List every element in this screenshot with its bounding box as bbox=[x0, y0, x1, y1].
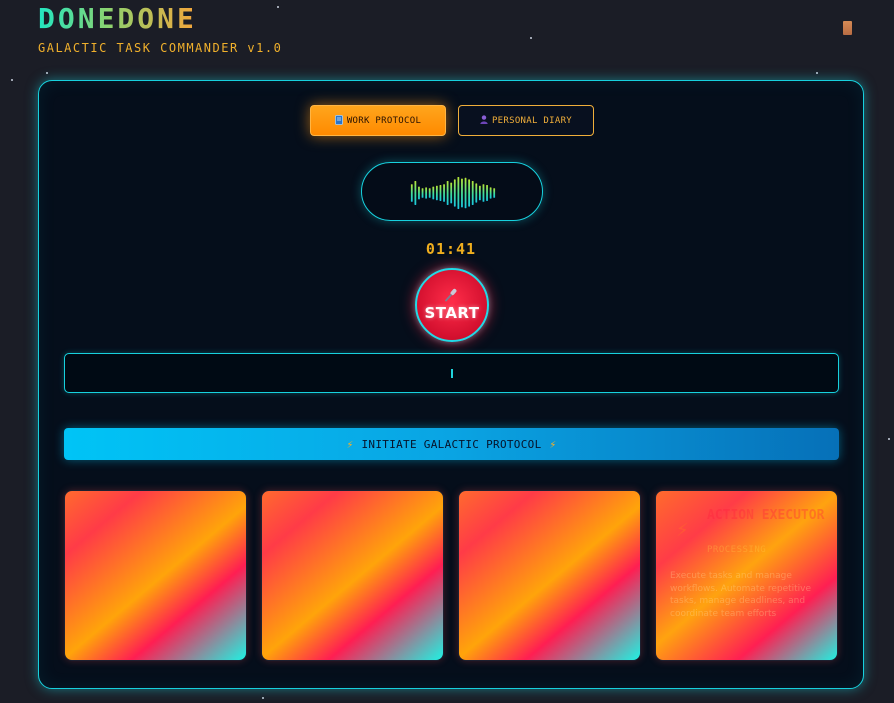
waveform-bar bbox=[489, 187, 492, 199]
waveform-bar bbox=[471, 181, 474, 205]
initiate-protocol-button[interactable]: ⚡ INITIATE GALACTIC PROTOCOL ⚡ bbox=[64, 428, 839, 460]
app-subtitle: GALACTIC TASK COMMANDER v1.0 bbox=[38, 41, 283, 55]
microphone-icon bbox=[445, 288, 457, 302]
notebook-icon bbox=[334, 114, 343, 127]
recording-timer: 01:41 bbox=[425, 240, 477, 258]
waveform-bar bbox=[435, 185, 438, 201]
action-executor-card[interactable]: ⚡ ACTION EXECUTOR PROCESSING Execute tas… bbox=[655, 490, 838, 661]
star bbox=[888, 438, 890, 440]
waveform-bar bbox=[428, 188, 431, 198]
app-title: DONEDONE bbox=[38, 2, 197, 35]
waveform-bar bbox=[443, 184, 445, 202]
waveform-bar bbox=[475, 183, 478, 203]
waveform-bar bbox=[450, 182, 453, 204]
waveform-bar bbox=[464, 177, 467, 209]
waveform-bar bbox=[461, 178, 463, 208]
waveform-bar bbox=[421, 188, 424, 198]
waveform-bar bbox=[439, 185, 442, 201]
lightning-icon: ⚡ bbox=[549, 437, 557, 451]
waveform-bar bbox=[446, 181, 449, 205]
waveform-bar bbox=[418, 186, 420, 200]
start-recording-button[interactable]: START bbox=[415, 268, 489, 342]
card-status: PROCESSING bbox=[707, 545, 767, 555]
waveform-bar bbox=[432, 186, 435, 200]
waveform-bar bbox=[453, 179, 456, 207]
agent-card-3[interactable] bbox=[458, 490, 641, 661]
work-protocol-button[interactable]: WORK PROTOCOL bbox=[310, 105, 446, 136]
lightning-icon: ⚡ bbox=[676, 520, 689, 541]
waveform-bar bbox=[478, 185, 481, 201]
waveform-bar bbox=[425, 187, 428, 199]
waveform-bar bbox=[486, 185, 488, 201]
work-protocol-label: WORK PROTOCOL bbox=[346, 115, 422, 126]
personal-diary-label: PERSONAL DIARY bbox=[491, 115, 573, 126]
card-description: Execute tasks and manage workflows. Auto… bbox=[670, 571, 812, 619]
waveform-bar bbox=[414, 181, 417, 205]
star bbox=[816, 72, 818, 74]
initiate-protocol-label: INITIATE GALACTIC PROTOCOL bbox=[361, 437, 542, 451]
transcript-input[interactable] bbox=[64, 353, 839, 393]
start-label: START bbox=[424, 304, 480, 322]
star bbox=[46, 72, 48, 74]
waveform-bar bbox=[493, 188, 496, 198]
star bbox=[262, 697, 264, 699]
waveform-bar bbox=[468, 179, 471, 207]
star bbox=[11, 79, 13, 81]
personal-diary-button[interactable]: PERSONAL DIARY bbox=[458, 105, 594, 136]
agent-card-1[interactable] bbox=[64, 490, 247, 661]
star bbox=[530, 37, 532, 39]
star bbox=[277, 6, 279, 8]
waveform-bar bbox=[410, 184, 413, 202]
lightning-icon: ⚡ bbox=[346, 437, 354, 451]
audio-waveform bbox=[361, 162, 543, 221]
waveform-bar bbox=[482, 184, 485, 202]
status-indicator-icon bbox=[843, 21, 852, 35]
text-cursor bbox=[451, 369, 453, 378]
person-icon bbox=[480, 115, 488, 126]
card-title: ACTION EXECUTOR bbox=[707, 508, 825, 523]
agent-card-2[interactable] bbox=[261, 490, 444, 661]
waveform-bar bbox=[457, 177, 460, 209]
waveform-bars bbox=[410, 177, 496, 209]
card-content: ⚡ ACTION EXECUTOR PROCESSING Execute tas… bbox=[656, 491, 837, 660]
main-panel: WORK PROTOCOL PERSONAL DIARY 01:41 START bbox=[38, 80, 864, 689]
